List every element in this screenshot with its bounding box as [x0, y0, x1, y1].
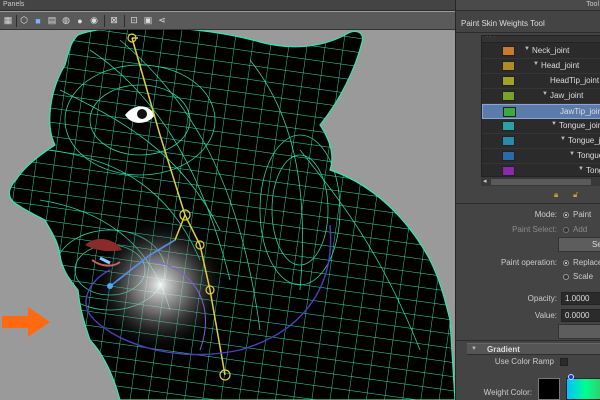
op-replace-label: Replace [573, 258, 600, 267]
select-button[interactable]: Se [558, 237, 600, 252]
wireframe-head-model[interactable] [0, 30, 455, 400]
flood-button[interactable] [558, 324, 600, 339]
influence-joint-list[interactable]: · · · ▼ Neck_joint ▼ Head_joint HeadTip_join… [481, 35, 600, 181]
joint-label: Head_joint [541, 61, 580, 70]
scroll-left-arrow-icon[interactable]: ◂ [483, 177, 487, 185]
mode-label: Mode: [534, 210, 557, 219]
viewport-menu-bar: Panels [0, 0, 455, 11]
expand-triangle-icon[interactable]: ▼ [569, 151, 575, 157]
ramp-marker-handle[interactable] [568, 374, 574, 380]
collapse-triangle-icon: ▼ [471, 346, 477, 352]
orange-arrow-annotation [2, 307, 50, 337]
joint-color-swatch[interactable] [502, 166, 515, 176]
joint-row[interactable]: ▼Tongue_joint1 [482, 119, 600, 134]
unlock-icon[interactable]: 🔓︎ [573, 190, 578, 200]
tool-title: Paint Skin Weights Tool [461, 19, 545, 28]
mode-paint-label: Paint [573, 210, 592, 219]
viewport-panel[interactable]: Panels ▦ ⬡ ■ ▤ ◍ ● ◉ ⊠ ⊡ ▣ ⋖ [0, 0, 455, 400]
smooth-shade-icon[interactable]: ■ [32, 14, 44, 27]
joint-color-swatch[interactable] [502, 136, 515, 146]
panel-tab-bar: Tool [456, 0, 600, 11]
paint-select-add-label: Add [573, 225, 588, 234]
joint-label: Jaw_joint [550, 91, 584, 100]
joint-label: Neck_joint [532, 46, 570, 55]
snapshot-icon[interactable]: ▣ [142, 14, 154, 27]
shadows-icon[interactable]: ● [74, 14, 86, 27]
use-color-ramp-checkbox[interactable] [560, 358, 568, 366]
gradient-section-header[interactable]: ▼ Gradient [467, 343, 600, 355]
tool-tab-label[interactable]: Tool [586, 1, 599, 8]
joint-color-swatch[interactable] [502, 61, 515, 71]
weight-color-label: Weight Color: [483, 388, 532, 397]
op-replace-radio[interactable] [563, 260, 569, 266]
wireframe-cube-icon[interactable]: ⬡ [18, 14, 30, 27]
value-field[interactable]: 0.0000 [561, 309, 600, 322]
joint-label: HeadTip_joint [550, 76, 600, 85]
lights-icon[interactable]: ◍ [60, 14, 72, 27]
use-color-ramp-label: Use Color Ramp [494, 357, 554, 366]
joint-color-swatch[interactable] [502, 76, 515, 86]
expand-triangle-icon[interactable]: ▼ [578, 166, 584, 172]
expand-triangle-icon[interactable]: ▼ [560, 136, 566, 142]
expand-triangle-icon[interactable]: ▼ [542, 91, 548, 97]
op-scale-radio[interactable] [563, 274, 569, 280]
share-icon[interactable]: ⋖ [156, 14, 168, 27]
paint-select-label: Paint Select: [512, 225, 557, 234]
joint-row[interactable]: ▼Tongue_joint3 [482, 149, 600, 164]
tool-settings-panel: Tool Paint Skin Weights Tool · · · ▼ Neck… [455, 0, 600, 400]
expand-triangle-icon[interactable]: ▼ [551, 121, 557, 127]
scroll-thumb[interactable] [491, 179, 591, 185]
weight-color-swatch[interactable] [538, 378, 560, 400]
joint-label: JawTip_joint [560, 107, 600, 116]
value-label: Value: [534, 311, 557, 320]
joint-row[interactable]: ▼ Neck_joint [482, 44, 600, 59]
grid-icon[interactable]: ▦ [2, 14, 14, 27]
joint-color-swatch[interactable] [502, 46, 515, 56]
joint-label: Tongue_joint3 [577, 151, 600, 160]
viewport-toolbar: ▦ ⬡ ■ ▤ ◍ ● ◉ ⊠ ⊡ ▣ ⋖ [0, 12, 455, 30]
joint-color-swatch[interactable] [502, 121, 515, 131]
textured-icon[interactable]: ▤ [46, 14, 58, 27]
gradient-header-label: Gradient [487, 345, 520, 354]
expand-triangle-icon[interactable]: ▼ [524, 46, 530, 52]
joint-row[interactable]: ▼Tongue_joint2 [482, 134, 600, 149]
joint-list-scrollbar[interactable]: ◂ [481, 176, 600, 186]
paint-select-add-radio[interactable] [563, 227, 569, 233]
joint-label: Tongue_joint2 [568, 136, 600, 145]
joint-label: Tongue_joint4 [586, 166, 600, 175]
isolate-icon[interactable]: ⊠ [108, 14, 120, 27]
joint-label: Tongue_joint1 [559, 121, 600, 130]
joint-row[interactable]: ▼ Head_joint [482, 59, 600, 74]
weight-color-ramp[interactable] [566, 378, 600, 400]
camera-icon[interactable]: ⊡ [128, 14, 140, 27]
mode-paint-radio[interactable] [563, 212, 569, 218]
panels-menu[interactable]: Panels [3, 1, 24, 8]
joint-row[interactable]: HeadTip_joint [482, 74, 600, 89]
joint-color-swatch[interactable] [502, 91, 515, 101]
joint-color-swatch[interactable] [503, 107, 516, 117]
lock-icon[interactable]: 🔒︎ [554, 190, 558, 200]
expand-triangle-icon[interactable]: ▼ [533, 61, 539, 67]
joint-color-swatch[interactable] [502, 151, 515, 161]
opacity-label: Opacity: [527, 294, 557, 303]
paint-operation-label: Paint operation: [500, 258, 557, 267]
opacity-field[interactable]: 1.0000 [561, 292, 600, 305]
op-scale-label: Scale [573, 272, 594, 281]
xray-icon[interactable]: ◉ [88, 14, 100, 27]
joint-row[interactable]: JawTip_joint [482, 104, 600, 119]
joint-row[interactable]: ▼ Jaw_joint [482, 89, 600, 104]
